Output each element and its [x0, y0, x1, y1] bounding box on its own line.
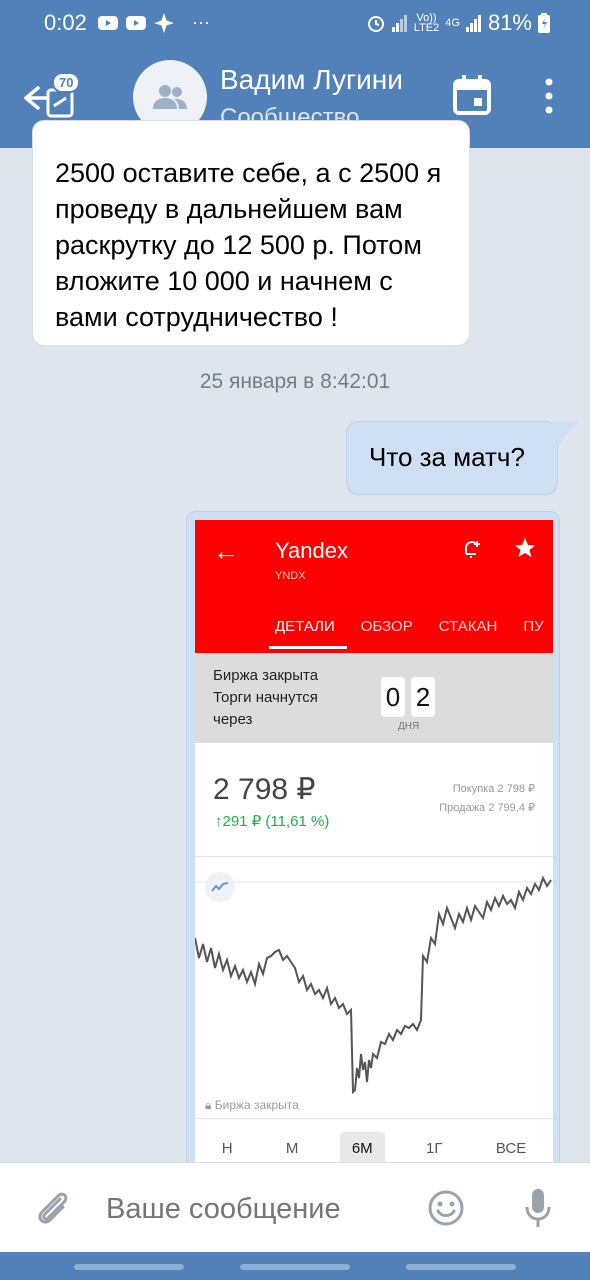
countdown-digit: 0 — [381, 677, 405, 717]
sparkle-icon — [154, 12, 174, 33]
period-month: М — [285, 1139, 299, 1157]
status-time: 0:02 — [44, 10, 87, 35]
period-week: Н — [221, 1139, 233, 1157]
community-icon — [153, 85, 187, 109]
calendar-button[interactable] — [452, 74, 492, 116]
stock-price: 2 798 ₽ — [213, 773, 316, 806]
more-notifications-icon: ··· — [192, 12, 210, 32]
bid-price: Покупка 2 798 ₽ — [452, 783, 535, 795]
system-icons: Vo)) LTE2 4G 81% — [366, 10, 550, 36]
date-separator: 25 января в 8:42:01 — [199, 370, 391, 393]
star-icon — [515, 538, 535, 557]
signal-icon — [465, 15, 481, 32]
youtube-icon — [126, 15, 146, 30]
price-chart — [195, 875, 553, 1095]
notification-icons: ··· — [98, 12, 210, 33]
stock-screenshot: ← Yandex YNDX ДЕТАЛИ ОБЗОР СТАКАН ПУ Бир… — [195, 520, 553, 1210]
nav-back[interactable] — [406, 1264, 516, 1270]
period-all: ВСЕ — [495, 1139, 527, 1157]
bubble-tail — [552, 421, 578, 445]
tab-overview: ОБЗОР — [360, 618, 413, 635]
countdown-digit: 2 — [411, 677, 435, 717]
tab-orderbook: СТАКАН — [438, 618, 498, 635]
system-nav-bar — [0, 1252, 590, 1280]
incoming-message-text: 2500 оставите себе, а с 2500 я проведу в… — [55, 158, 442, 332]
chart-footer-text: Биржа закрыта — [214, 1098, 299, 1112]
price-line — [195, 875, 552, 1095]
bell-plus-icon — [465, 540, 480, 558]
outgoing-message-text: Что за матч? — [369, 442, 525, 472]
stock-app-header: ← Yandex YNDX ДЕТАЛИ ОБЗОР СТАКАН ПУ — [195, 520, 553, 653]
network-indicator: 4G — [445, 17, 460, 29]
message-composer — [0, 1162, 590, 1252]
chart-footer: 🔒︎ Биржа закрыта — [205, 1098, 299, 1113]
nav-home[interactable] — [240, 1264, 350, 1270]
battery-icon — [538, 13, 550, 33]
signal-icon — [391, 15, 407, 32]
lock-icon: 🔒︎ — [205, 1098, 212, 1112]
stock-back-arrow-icon: ← — [213, 536, 239, 566]
tab-details: ДЕТАЛИ — [269, 618, 347, 649]
chat-title[interactable]: Вадим Лугини — [220, 64, 420, 96]
stock-tabs: ДЕТАЛИ ОБЗОР СТАКАН ПУ — [269, 618, 553, 649]
voice-message-button[interactable] — [524, 1187, 552, 1229]
market-closed-banner: Биржа закрыта Торги начнутся через 0 2 Д… — [195, 653, 553, 743]
more-vertical-icon — [545, 78, 553, 114]
incoming-message[interactable]: 2500 оставите себе, а с 2500 я проведу в… — [32, 120, 470, 346]
period-6m: 6М — [339, 1131, 385, 1165]
stock-title: Yandex — [275, 538, 348, 563]
paperclip-icon — [38, 1192, 68, 1224]
countdown-label: ДНЯ — [398, 721, 420, 732]
volte-indicator: Vo)) LTE2 — [413, 12, 440, 34]
nav-recents[interactable] — [74, 1264, 184, 1270]
unread-badge: 70 — [52, 72, 81, 93]
microphone-icon — [525, 1189, 551, 1227]
more-menu-button[interactable] — [540, 76, 558, 116]
battery-percent: 81% — [487, 10, 532, 35]
message-input[interactable] — [106, 1191, 396, 1227]
youtube-icon — [98, 15, 118, 30]
tab-more: ПУ — [523, 618, 544, 635]
emoji-button[interactable] — [427, 1189, 465, 1227]
stock-ticker: YNDX — [275, 570, 306, 582]
market-closed-text: Биржа закрыта Торги начнутся через — [213, 667, 319, 728]
ask-price: Продажа 2 799,4 ₽ — [439, 802, 535, 814]
alarm-icon — [367, 16, 384, 32]
divider — [195, 856, 553, 857]
divider — [195, 1118, 553, 1119]
calendar-icon — [453, 75, 491, 115]
image-attachment[interactable]: ← Yandex YNDX ДЕТАЛИ ОБЗОР СТАКАН ПУ Бир… — [186, 511, 560, 1211]
smile-icon — [428, 1190, 464, 1226]
chart-type-icon — [205, 872, 235, 902]
outgoing-message[interactable]: Что за матч? — [346, 421, 558, 495]
attach-button[interactable] — [34, 1189, 72, 1229]
period-year: 1Г — [426, 1139, 443, 1157]
status-bar: 0:02 ··· Vo)) LTE2 4G 81% — [0, 0, 590, 46]
stock-change: ↑291 ₽ (11,61 %) — [215, 813, 330, 830]
